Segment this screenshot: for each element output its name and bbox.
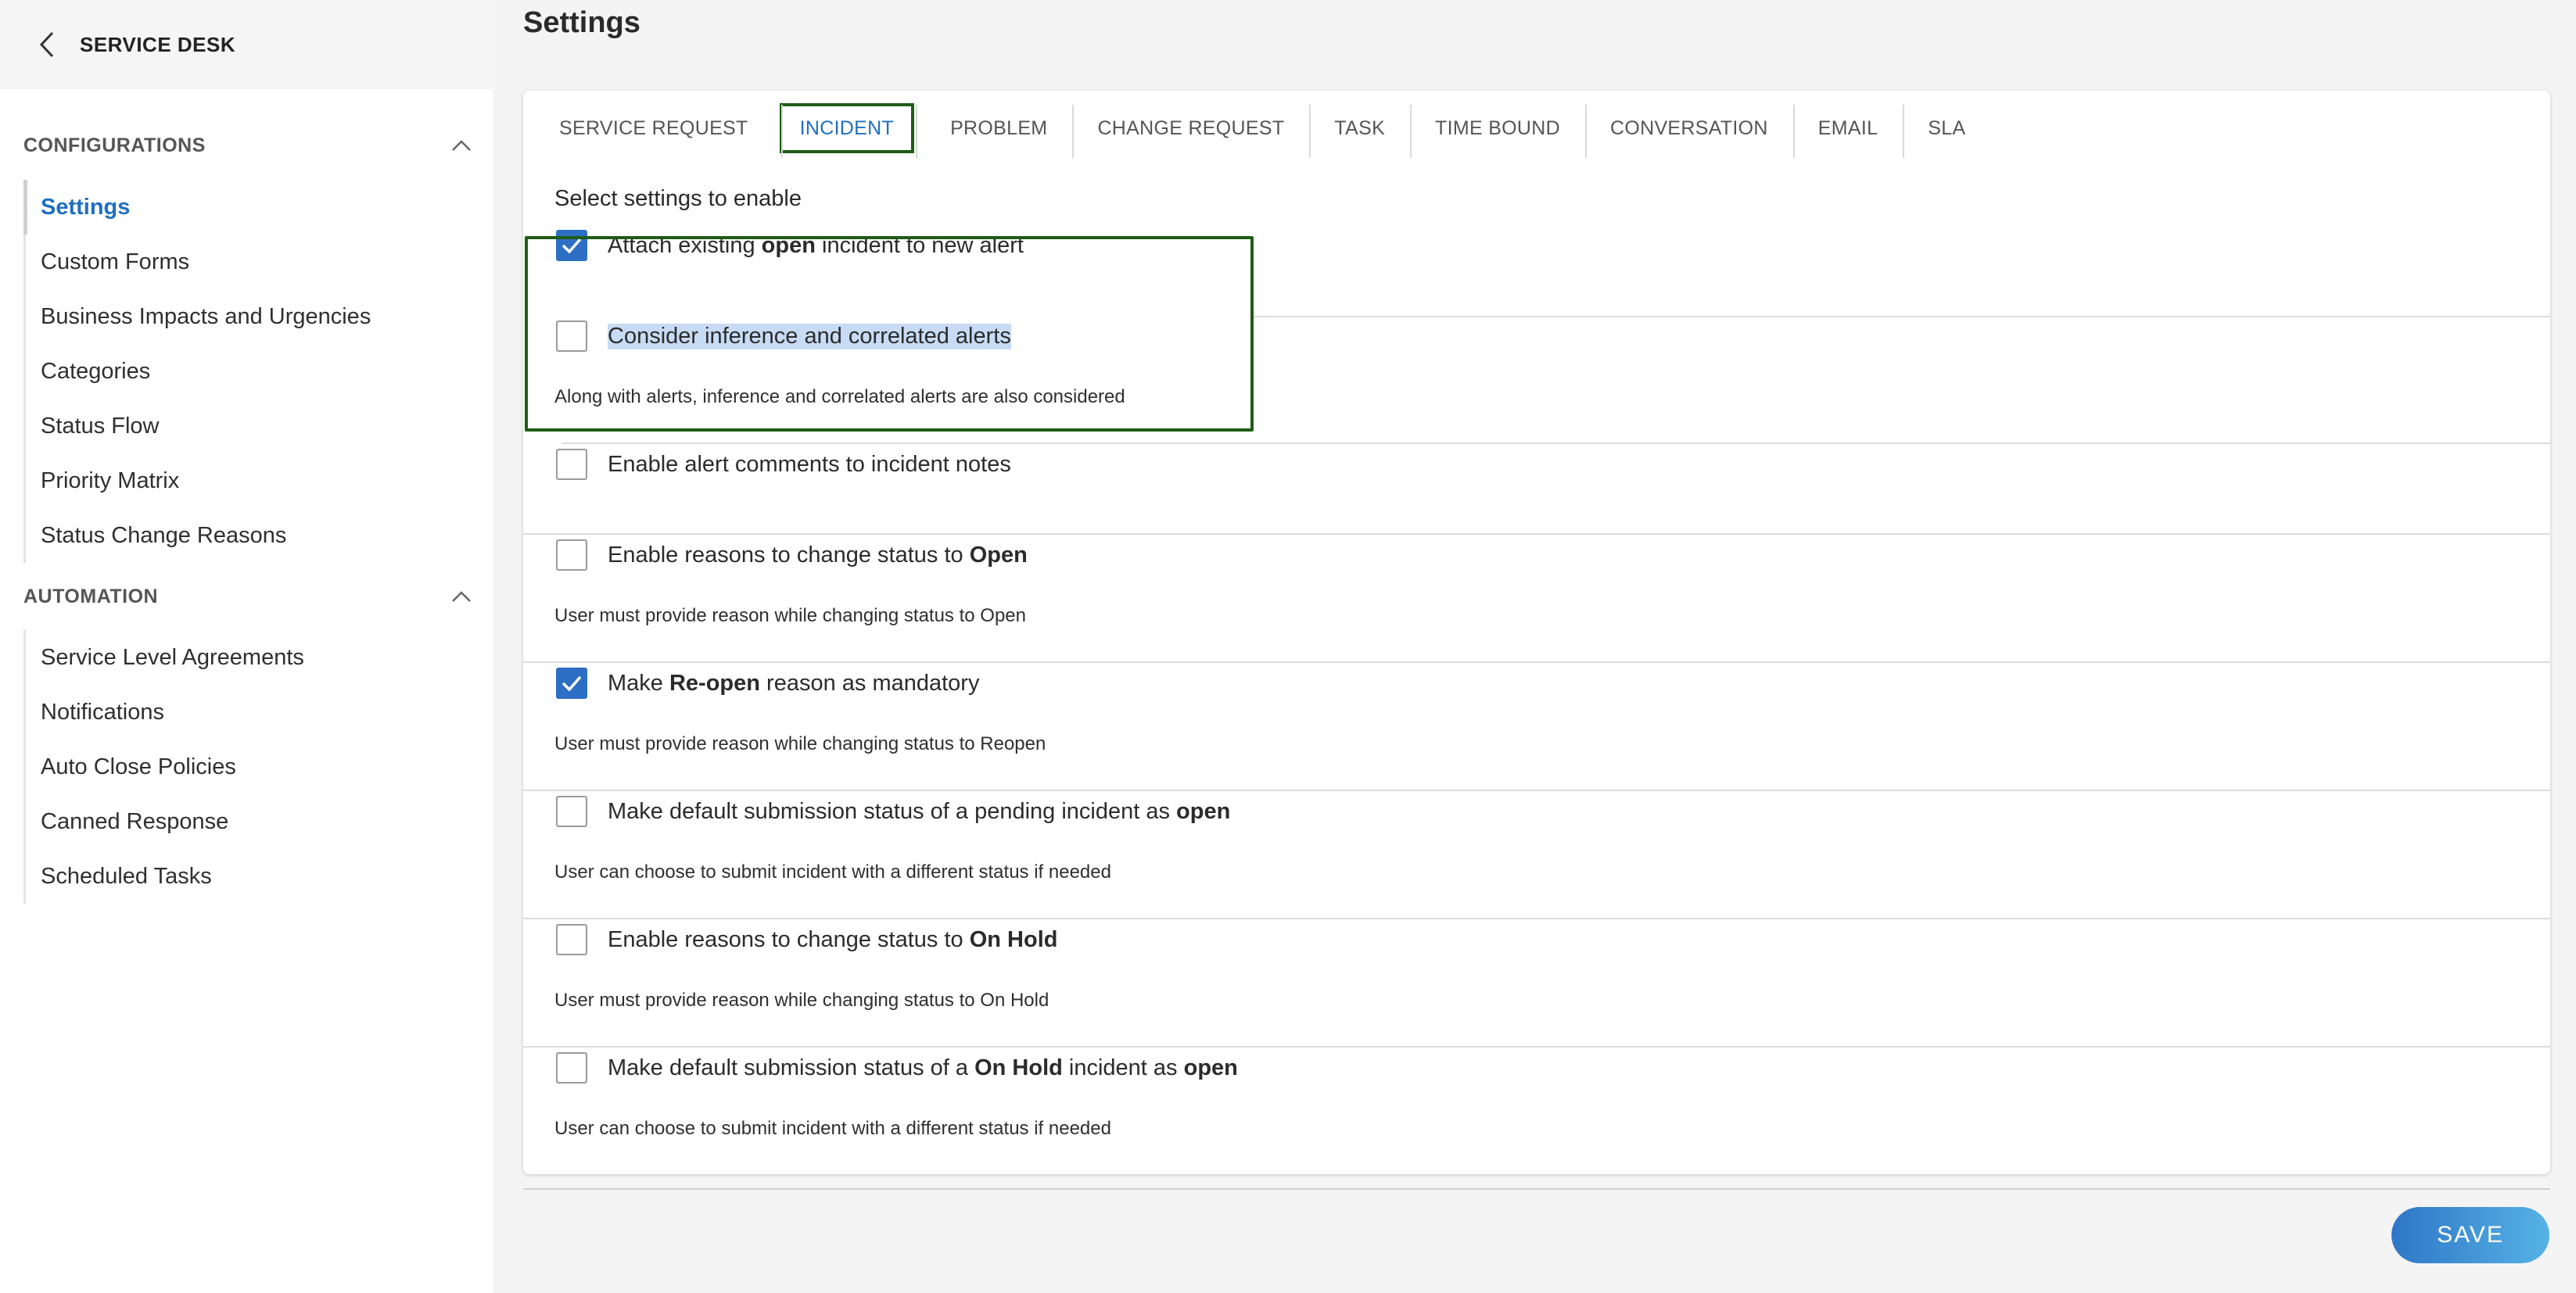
setting-divider bbox=[523, 1046, 2550, 1048]
setting-label-part: Enable alert comments to incident notes bbox=[608, 451, 1011, 477]
setting-row: Attach existing open incident to new ale… bbox=[556, 230, 1024, 261]
setting-label-part: open bbox=[761, 232, 816, 258]
setting-label[interactable]: Make default submission status of a On H… bbox=[608, 1055, 1238, 1081]
sidebar-header: SERVICE DESK bbox=[0, 0, 493, 89]
setting-row: Make default submission status of a pend… bbox=[556, 796, 1230, 827]
page-title: Settings bbox=[523, 6, 640, 39]
checkbox[interactable] bbox=[556, 1052, 587, 1083]
setting-label-part: open bbox=[1176, 798, 1231, 824]
sidebar-title: SERVICE DESK bbox=[80, 32, 236, 56]
section-label: AUTOMATION bbox=[23, 585, 159, 607]
sidebar-item-categories[interactable]: Categories bbox=[26, 344, 472, 399]
setting-label-part: Enable reasons to change status to bbox=[608, 542, 970, 568]
checkmark-icon bbox=[561, 238, 582, 254]
checkbox-checked[interactable] bbox=[556, 668, 587, 699]
setting-divider bbox=[562, 442, 2550, 444]
section-label: CONFIGURATIONS bbox=[23, 134, 206, 156]
sidebar-item-status-change-reasons[interactable]: Status Change Reasons bbox=[26, 508, 472, 563]
sidebar-item-notifications[interactable]: Notifications bbox=[26, 685, 472, 740]
sidebar-item-scheduled-tasks[interactable]: Scheduled Tasks bbox=[26, 849, 472, 904]
setting-label-part: open bbox=[1183, 1055, 1238, 1080]
sidebar-item-custom-forms[interactable]: Custom Forms bbox=[26, 235, 472, 289]
setting-label-part: Open bbox=[969, 542, 1028, 568]
setting-label[interactable]: Consider inference and correlated alerts bbox=[608, 323, 1011, 349]
setting-label-part: On Hold bbox=[969, 926, 1058, 952]
setting-label-part: Enable reasons to change status to bbox=[608, 926, 970, 952]
setting-divider bbox=[1254, 316, 2550, 317]
settings-card: SERVICE REQUEST INCIDENT PROBLEM CHANGE … bbox=[523, 91, 2550, 1174]
checkbox[interactable] bbox=[556, 449, 587, 480]
setting-description: User must provide reason while changing … bbox=[554, 733, 1046, 754]
tab-incident[interactable]: INCIDENT bbox=[779, 103, 915, 158]
setting-divider bbox=[523, 790, 2550, 791]
setting-label-part: reason as mandatory bbox=[759, 670, 980, 696]
setting-row: Enable alert comments to incident notes bbox=[556, 449, 1011, 480]
setting-label-part: Re-open bbox=[669, 670, 760, 696]
checkbox[interactable] bbox=[556, 539, 587, 571]
tab-time-bound[interactable]: TIME BOUND bbox=[1410, 105, 1585, 158]
sidebar-item-canned-response[interactable]: Canned Response bbox=[26, 794, 472, 849]
setting-label-part: Make bbox=[608, 670, 669, 696]
setting-label[interactable]: Make Re-open reason as mandatory bbox=[608, 671, 979, 697]
automation-list: Service Level Agreements Notifications A… bbox=[23, 630, 472, 904]
setting-description: User must provide reason while changing … bbox=[554, 990, 1049, 1011]
setting-description: User must provide reason while changing … bbox=[554, 605, 1026, 626]
sidebar: SERVICE DESK CONFIGURATIONS Settings Cus… bbox=[0, 0, 493, 1293]
setting-label[interactable]: Enable reasons to change status to On Ho… bbox=[608, 927, 1057, 953]
select-settings-label: Select settings to enable bbox=[554, 186, 802, 211]
sidebar-item-auto-close-policies[interactable]: Auto Close Policies bbox=[26, 740, 472, 794]
sidebar-item-priority-matrix[interactable]: Priority Matrix bbox=[26, 453, 472, 508]
setting-row: Enable reasons to change status to On Ho… bbox=[556, 924, 1057, 955]
back-chevron-icon[interactable] bbox=[39, 29, 63, 60]
setting-label-part: On Hold bbox=[974, 1055, 1063, 1080]
setting-row: Consider inference and correlated alerts bbox=[556, 321, 1011, 352]
setting-description: User can choose to submit incident with … bbox=[554, 1118, 1111, 1139]
configurations-list: Settings Custom Forms Business Impacts a… bbox=[23, 180, 472, 563]
sidebar-item-status-flow[interactable]: Status Flow bbox=[26, 399, 472, 453]
footer-divider bbox=[523, 1188, 2550, 1190]
sidebar-item-business-impacts[interactable]: Business Impacts and Urgencies bbox=[26, 289, 472, 344]
section-configurations[interactable]: CONFIGURATIONS bbox=[23, 127, 472, 164]
checkbox[interactable] bbox=[556, 924, 587, 955]
setting-label[interactable]: Enable reasons to change status to Open bbox=[608, 543, 1028, 568]
setting-row: Make default submission status of a On H… bbox=[556, 1052, 1238, 1083]
setting-description: Along with alerts, inference and correla… bbox=[554, 386, 1125, 407]
setting-row: Enable reasons to change status to Open bbox=[556, 539, 1028, 571]
setting-label-part: incident as bbox=[1062, 1055, 1184, 1080]
tab-bar: SERVICE REQUEST INCIDENT PROBLEM CHANGE … bbox=[534, 97, 1990, 159]
setting-label[interactable]: Enable alert comments to incident notes bbox=[608, 452, 1011, 478]
setting-description: User can choose to submit incident with … bbox=[554, 861, 1111, 883]
chevron-up-icon[interactable] bbox=[450, 586, 472, 607]
tab-sla[interactable]: SLA bbox=[1903, 105, 1990, 158]
checkmark-icon bbox=[561, 675, 582, 692]
setting-divider bbox=[523, 661, 2550, 663]
setting-label-part: Attach existing bbox=[608, 232, 762, 258]
setting-divider bbox=[523, 533, 2550, 535]
tab-change-request[interactable]: CHANGE REQUEST bbox=[1072, 105, 1309, 158]
tab-conversation[interactable]: CONVERSATION bbox=[1585, 105, 1793, 158]
tab-task[interactable]: TASK bbox=[1309, 105, 1410, 158]
setting-label-part: Consider inference and correlated alerts bbox=[608, 323, 1011, 349]
setting-label-part: incident to new alert bbox=[815, 232, 1024, 258]
save-button[interactable]: SAVE bbox=[2391, 1207, 2549, 1263]
setting-label[interactable]: Attach existing open incident to new ale… bbox=[608, 233, 1024, 259]
setting-label-part: Make default submission status of a bbox=[608, 1055, 975, 1080]
setting-row: Make Re-open reason as mandatory bbox=[556, 668, 979, 699]
setting-label[interactable]: Make default submission status of a pend… bbox=[608, 799, 1230, 825]
sidebar-item-service-level-agreements[interactable]: Service Level Agreements bbox=[26, 630, 472, 685]
tab-problem[interactable]: PROBLEM bbox=[916, 105, 1072, 158]
checkbox[interactable] bbox=[556, 321, 587, 352]
checkbox-checked[interactable] bbox=[556, 230, 587, 261]
section-automation[interactable]: AUTOMATION bbox=[23, 578, 472, 615]
sidebar-item-settings[interactable]: Settings bbox=[23, 180, 472, 235]
setting-label-part: Make default submission status of a pend… bbox=[608, 798, 1177, 824]
checkbox[interactable] bbox=[556, 796, 587, 827]
setting-divider bbox=[523, 918, 2550, 919]
chevron-up-icon[interactable] bbox=[450, 134, 472, 156]
tab-email[interactable]: EMAIL bbox=[1792, 105, 1903, 158]
tab-service-request[interactable]: SERVICE REQUEST bbox=[534, 105, 773, 152]
